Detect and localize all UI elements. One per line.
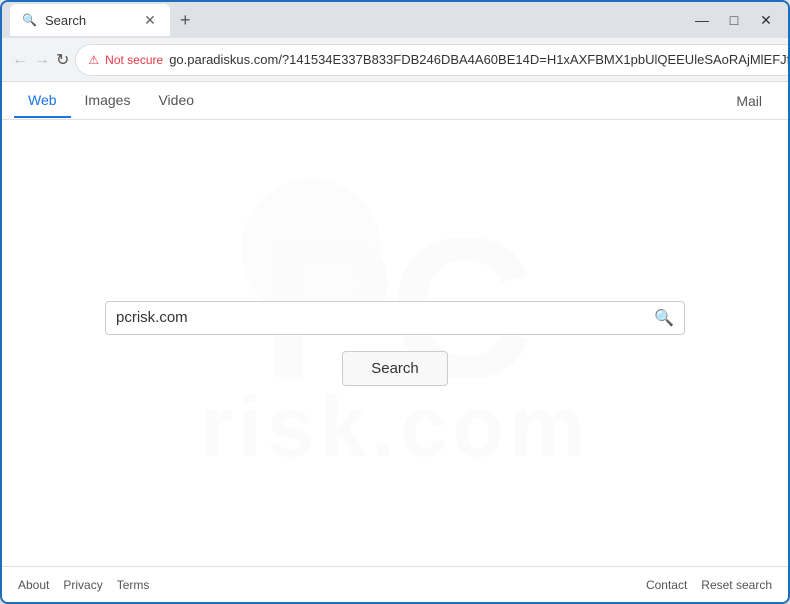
footer-contact-link[interactable]: Contact bbox=[646, 578, 687, 592]
search-input[interactable] bbox=[116, 309, 654, 326]
search-container: 🔍 Search bbox=[105, 301, 685, 386]
url-display: go.paradiskus.com/?141534E337B833FDB246D… bbox=[169, 52, 790, 67]
watermark-bottom: risk.com bbox=[200, 379, 590, 477]
window-controls: — □ ✕ bbox=[688, 9, 780, 31]
search-icon: 🔍 bbox=[654, 310, 674, 327]
address-bar: ← → ↻ ⚠ Not secure go.paradiskus.com/?14… bbox=[2, 38, 788, 82]
refresh-button[interactable]: ↻ bbox=[56, 46, 69, 74]
minimize-button[interactable]: — bbox=[688, 9, 716, 31]
tab-close-button[interactable]: ✕ bbox=[142, 12, 158, 28]
nav-tabs-bar: Web Images Video Mail bbox=[2, 82, 788, 120]
main-content: PC risk.com 🔍 Search bbox=[2, 120, 788, 566]
forward-button[interactable]: → bbox=[34, 46, 50, 74]
footer-terms-link[interactable]: Terms bbox=[117, 578, 150, 592]
footer: About Privacy Terms Contact Reset search bbox=[2, 566, 788, 602]
security-icon: ⚠ bbox=[88, 53, 99, 67]
search-box-wrap[interactable]: 🔍 bbox=[105, 301, 685, 335]
title-bar: 🔍 Search ✕ + — □ ✕ bbox=[2, 2, 788, 38]
search-icon-button[interactable]: 🔍 bbox=[654, 308, 674, 328]
footer-right-links: Contact Reset search bbox=[646, 578, 772, 592]
security-label: Not secure bbox=[105, 53, 163, 67]
address-bar-input-wrap[interactable]: ⚠ Not secure go.paradiskus.com/?141534E3… bbox=[75, 44, 790, 76]
nav-tab-mail[interactable]: Mail bbox=[722, 85, 776, 117]
nav-tab-video[interactable]: Video bbox=[144, 84, 208, 118]
back-button[interactable]: ← bbox=[12, 46, 28, 74]
footer-reset-link[interactable]: Reset search bbox=[701, 578, 772, 592]
footer-privacy-link[interactable]: Privacy bbox=[63, 578, 102, 592]
footer-about-link[interactable]: About bbox=[18, 578, 49, 592]
search-button[interactable]: Search bbox=[342, 351, 448, 386]
active-tab[interactable]: 🔍 Search ✕ bbox=[10, 4, 170, 36]
nav-tab-web[interactable]: Web bbox=[14, 84, 71, 118]
close-button[interactable]: ✕ bbox=[752, 9, 780, 31]
maximize-button[interactable]: □ bbox=[720, 9, 748, 31]
browser-window: 🔍 Search ✕ + — □ ✕ ← → ↻ ⚠ Not secure go… bbox=[0, 0, 790, 604]
tab-favicon: 🔍 bbox=[22, 13, 37, 27]
nav-tab-images[interactable]: Images bbox=[71, 84, 145, 118]
footer-left-links: About Privacy Terms bbox=[18, 578, 149, 592]
new-tab-button[interactable]: + bbox=[176, 6, 195, 35]
tab-title: Search bbox=[45, 13, 86, 28]
